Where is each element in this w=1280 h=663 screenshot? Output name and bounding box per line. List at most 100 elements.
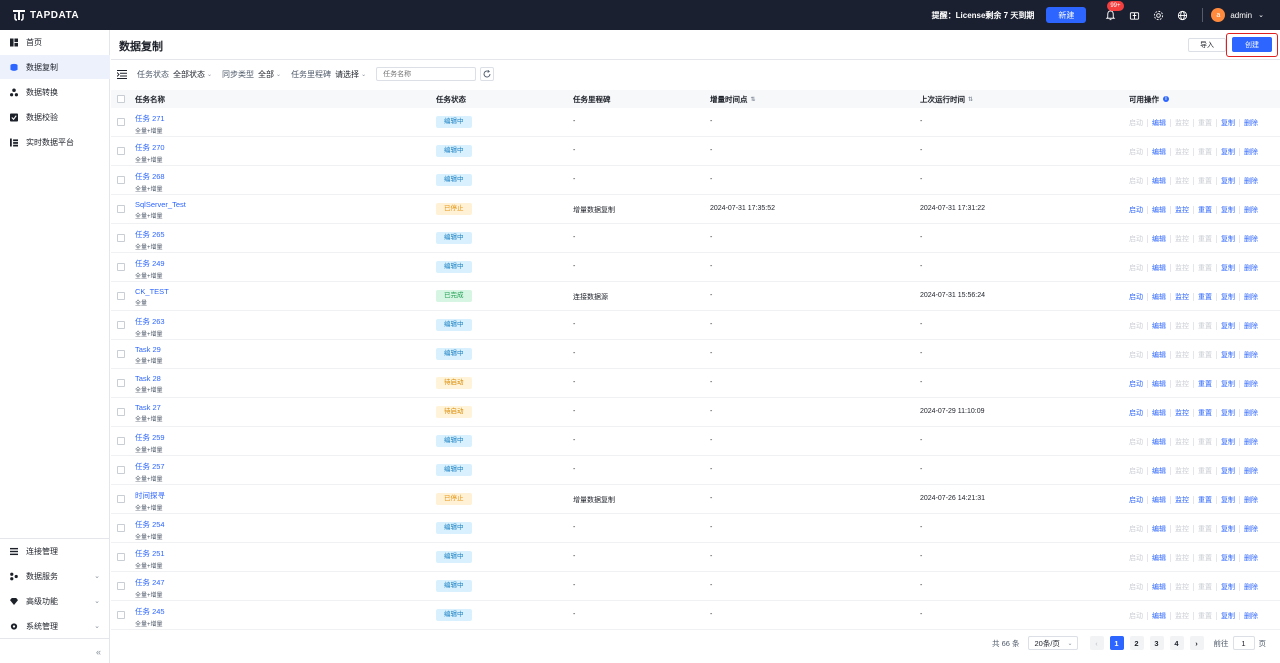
task-name-link[interactable]: 任务 270	[135, 142, 165, 153]
copy-action[interactable]: 复制	[1217, 611, 1239, 621]
status-filter[interactable]: 任务状态 全部状态 ⌄	[137, 69, 212, 80]
sidebar-item-data-replication[interactable]: 数据复制	[0, 55, 110, 79]
col-header-last-run[interactable]: 上次运行时间 ⇅	[920, 94, 973, 105]
edit-action[interactable]: 编辑	[1148, 466, 1170, 476]
edit-action[interactable]: 编辑	[1148, 118, 1170, 128]
avatar[interactable]: a	[1211, 8, 1226, 22]
task-name-search-input[interactable]	[376, 67, 477, 81]
task-name-link[interactable]: CK_TEST	[135, 287, 169, 296]
row-checkbox[interactable]	[117, 234, 125, 242]
row-checkbox[interactable]	[117, 466, 125, 474]
delete-action[interactable]: 删除	[1240, 176, 1262, 186]
row-checkbox[interactable]	[117, 611, 125, 619]
reset-action[interactable]: 重置	[1194, 379, 1216, 389]
delete-action[interactable]: 删除	[1240, 205, 1262, 215]
edit-action[interactable]: 编辑	[1148, 408, 1170, 418]
row-checkbox[interactable]	[117, 524, 125, 532]
create-button[interactable]: 创建	[1232, 37, 1272, 52]
edit-action[interactable]: 编辑	[1148, 263, 1170, 273]
reset-action[interactable]: 重置	[1194, 495, 1216, 505]
delete-action[interactable]: 删除	[1240, 379, 1262, 389]
task-name-link[interactable]: 任务 268	[135, 171, 165, 182]
copy-action[interactable]: 复制	[1217, 553, 1239, 563]
copy-action[interactable]: 复制	[1217, 205, 1239, 215]
start-action[interactable]: 启动	[1125, 379, 1147, 389]
task-name-link[interactable]: 任务 254	[135, 519, 165, 530]
edit-action[interactable]: 编辑	[1148, 321, 1170, 331]
brand-logo[interactable]: TAPDATA	[12, 0, 79, 30]
sort-icon[interactable]: ⇅	[751, 96, 756, 103]
task-name-link[interactable]: SqlServer_Test	[135, 200, 186, 209]
task-name-link[interactable]: 任务 245	[135, 606, 165, 617]
sidebar-item-home[interactable]: 首页	[0, 30, 110, 54]
edit-action[interactable]: 编辑	[1148, 147, 1170, 157]
sidebar-item-advanced[interactable]: 高级功能 ⌄	[0, 589, 110, 613]
reset-action[interactable]: 重置	[1194, 292, 1216, 302]
copy-action[interactable]: 复制	[1217, 582, 1239, 592]
page-number-button[interactable]: 4	[1169, 636, 1184, 650]
sync-type-filter[interactable]: 同步类型 全部 ⌄	[222, 69, 281, 80]
topbar-new-button[interactable]: 新建	[1046, 7, 1087, 23]
prev-page-icon[interactable]: ‹	[1089, 636, 1104, 650]
start-action[interactable]: 启动	[1125, 408, 1147, 418]
copy-action[interactable]: 复制	[1217, 292, 1239, 302]
row-checkbox[interactable]	[117, 495, 125, 503]
col-header-incr-time[interactable]: 增量时间点 ⇅	[710, 94, 756, 105]
task-name-link[interactable]: Task 27	[135, 403, 161, 412]
chevron-down-icon[interactable]: ⌄	[1258, 11, 1264, 19]
copy-action[interactable]: 复制	[1217, 408, 1239, 418]
row-checkbox[interactable]	[117, 582, 125, 590]
row-checkbox[interactable]	[117, 205, 125, 213]
page-size-select[interactable]: 20条/页 ⌄	[1027, 636, 1078, 650]
delete-action[interactable]: 删除	[1240, 408, 1262, 418]
delete-action[interactable]: 删除	[1240, 466, 1262, 476]
copy-action[interactable]: 复制	[1217, 437, 1239, 447]
delete-action[interactable]: 删除	[1240, 350, 1262, 360]
start-action[interactable]: 启动	[1125, 205, 1147, 215]
row-checkbox[interactable]	[117, 553, 125, 561]
reset-action[interactable]: 重置	[1194, 408, 1216, 418]
row-checkbox[interactable]	[117, 379, 125, 387]
edit-action[interactable]: 编辑	[1148, 292, 1170, 302]
milestone-filter[interactable]: 任务里程碑 请选择 ⌄	[291, 69, 366, 80]
task-name-link[interactable]: 任务 257	[135, 461, 165, 472]
copy-action[interactable]: 复制	[1217, 176, 1239, 186]
task-name-link[interactable]: 任务 265	[135, 229, 165, 240]
delete-action[interactable]: 删除	[1240, 147, 1262, 157]
task-name-link[interactable]: 时间探寻	[135, 490, 165, 501]
page-number-button[interactable]: 3	[1149, 636, 1164, 650]
sidebar-item-data-service[interactable]: 数据服务 ⌄	[0, 564, 110, 588]
monitor-action[interactable]: 监控	[1171, 205, 1193, 215]
edit-action[interactable]: 编辑	[1148, 176, 1170, 186]
monitor-action[interactable]: 监控	[1171, 292, 1193, 302]
sidebar-item-data-verify[interactable]: 数据校验	[0, 105, 110, 129]
sidebar-item-connections[interactable]: 连接管理	[0, 539, 110, 563]
copy-action[interactable]: 复制	[1217, 379, 1239, 389]
filter-toggle-icon[interactable]	[117, 69, 127, 79]
gear-icon[interactable]	[1151, 8, 1165, 22]
copy-action[interactable]: 复制	[1217, 524, 1239, 534]
select-all-checkbox[interactable]	[117, 95, 125, 103]
bell-icon[interactable]: 99+	[1103, 1, 1124, 22]
delete-action[interactable]: 删除	[1240, 611, 1262, 621]
task-name-link[interactable]: 任务 251	[135, 548, 165, 559]
copy-action[interactable]: 复制	[1217, 321, 1239, 331]
copy-action[interactable]: 复制	[1217, 263, 1239, 273]
row-checkbox[interactable]	[117, 118, 125, 126]
edit-action[interactable]: 编辑	[1148, 611, 1170, 621]
task-name-link[interactable]: 任务 259	[135, 432, 165, 443]
sidebar-item-system[interactable]: 系统管理 ⌄	[0, 614, 110, 638]
row-checkbox[interactable]	[117, 350, 125, 358]
next-page-icon[interactable]: ›	[1189, 636, 1204, 650]
row-checkbox[interactable]	[117, 292, 125, 300]
edit-action[interactable]: 编辑	[1148, 437, 1170, 447]
edit-action[interactable]: 编辑	[1148, 205, 1170, 215]
sidebar-item-data-transform[interactable]: 数据转换	[0, 80, 110, 104]
start-action[interactable]: 启动	[1125, 495, 1147, 505]
row-checkbox[interactable]	[117, 321, 125, 329]
collapse-sidebar-icon[interactable]: «	[96, 647, 101, 657]
row-checkbox[interactable]	[117, 408, 125, 416]
edit-action[interactable]: 编辑	[1148, 495, 1170, 505]
sort-icon[interactable]: ⇅	[968, 96, 973, 103]
delete-action[interactable]: 删除	[1240, 582, 1262, 592]
